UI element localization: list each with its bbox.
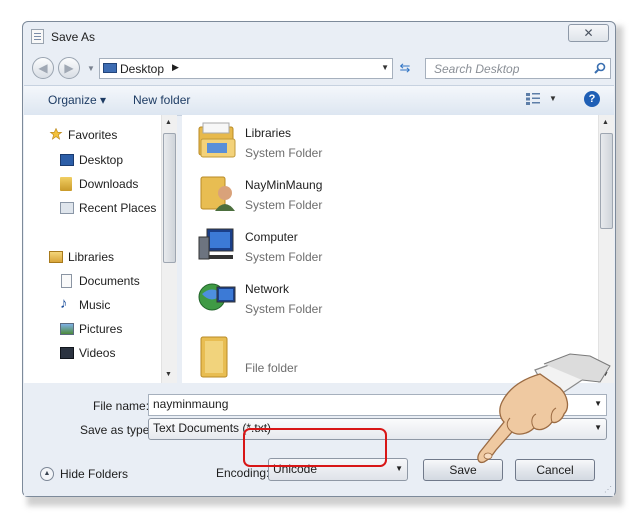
organize-menu[interactable]: Organize ▾ [48,93,106,107]
change-view-icon[interactable] [526,93,540,105]
scroll-up-icon[interactable]: ▲ [165,119,172,126]
encoding-dropdown-icon[interactable]: ▼ [395,464,403,473]
list-item[interactable]: NayMinMaung System Folder [182,167,592,217]
chevron-up-icon[interactable]: ▲ [40,467,54,481]
file-type: System Folder [245,198,323,212]
nav-libraries[interactable]: Libraries [68,250,114,264]
file-type: System Folder [245,250,323,264]
navigation-scroll-thumb[interactable] [163,133,176,263]
nav-item-music[interactable]: Music [79,298,110,312]
scroll-up-icon[interactable]: ▲ [602,119,609,126]
downloads-folder-icon [60,177,72,191]
file-name: NayMinMaung [245,178,323,192]
address-location[interactable]: Desktop [120,62,164,76]
list-item[interactable]: Computer System Folder [182,219,592,269]
music-icon: ♪ [60,295,68,312]
folder-icon [200,336,228,378]
window-title: Save As [51,30,96,44]
command-bar: Organize ▾ New folder ▼ ? [24,85,614,116]
star-icon [49,128,63,140]
close-button[interactable]: ✕ [568,24,609,42]
hide-folders-toggle[interactable]: ▲ Hide Folders [40,465,150,485]
address-bar[interactable]: Desktop ▶ ▼ [99,58,393,79]
pointing-hand-icon [477,353,611,464]
recent-places-icon [60,202,74,214]
videos-icon [60,347,74,359]
file-name: Computer [245,230,298,244]
notepad-icon [31,29,44,44]
address-row: ◀ ▶ ▼ Desktop ▶ ▼ ⇆ Search Desktop [23,52,615,82]
nav-item-desktop[interactable]: Desktop [79,153,123,167]
file-name-value[interactable]: nayminmaung [153,397,228,411]
encoding-label: Encoding: [216,466,270,480]
refresh-icon[interactable]: ⇆ [395,58,415,79]
libraries-icon [49,251,63,263]
search-input[interactable]: Search Desktop [425,58,611,79]
libraries-folder-icon [198,122,236,158]
title-bar: Save As ✕ [23,22,615,50]
nav-favorites[interactable]: Favorites [68,128,117,142]
nav-item-documents[interactable]: Documents [79,274,140,288]
desktop-icon [103,63,117,73]
back-button[interactable]: ◀ [32,57,54,79]
nav-item-videos[interactable]: Videos [79,346,115,360]
recent-pages-dropdown-icon[interactable]: ▼ [87,64,95,73]
network-icon [198,283,236,311]
file-name: Network [245,282,290,296]
file-name: Libraries [245,126,292,140]
documents-icon [61,274,72,288]
file-type: System Folder [245,146,323,160]
scroll-down-icon[interactable]: ▼ [165,371,172,378]
desktop-icon [60,154,74,166]
computer-icon [198,228,234,260]
file-type: System Folder [245,302,323,316]
list-item[interactable]: Network System Folder [182,271,592,321]
list-item[interactable]: Libraries System Folder [182,115,592,165]
file-list-scroll-thumb[interactable] [600,133,613,229]
file-list: Libraries System Folder NayMinMaung Syst… [182,115,613,383]
file-list-scrollbar[interactable]: ▲ ▼ [598,115,614,383]
view-options-dropdown-icon[interactable]: ▼ [549,94,557,103]
nav-item-pictures[interactable]: Pictures [79,322,122,336]
save-as-type-label: Save as type: [80,423,153,437]
hide-folders-label[interactable]: Hide Folders [60,467,128,481]
navigation-scrollbar[interactable]: ▲ ▼ [161,115,177,383]
search-placeholder: Search Desktop [434,62,520,76]
resize-grip[interactable]: ⋰ [604,485,612,494]
nav-item-downloads[interactable]: Downloads [79,177,138,191]
nav-item-recent-places[interactable]: Recent Places [79,201,156,215]
file-name-label: File name: [93,399,150,413]
file-type: File folder [245,361,298,375]
encoding-highlight [243,428,387,467]
search-icon[interactable] [594,62,606,74]
address-dropdown-icon[interactable]: ▼ [381,63,389,72]
navigation-pane: Favorites Desktop Downloads Recent Place… [24,115,175,383]
pictures-icon [60,323,74,335]
help-icon[interactable]: ? [584,91,600,107]
user-folder-icon [200,176,235,211]
forward-button[interactable]: ▶ [58,57,80,79]
chevron-right-icon[interactable]: ▶ [172,62,179,73]
new-folder-button[interactable]: New folder [133,93,190,107]
